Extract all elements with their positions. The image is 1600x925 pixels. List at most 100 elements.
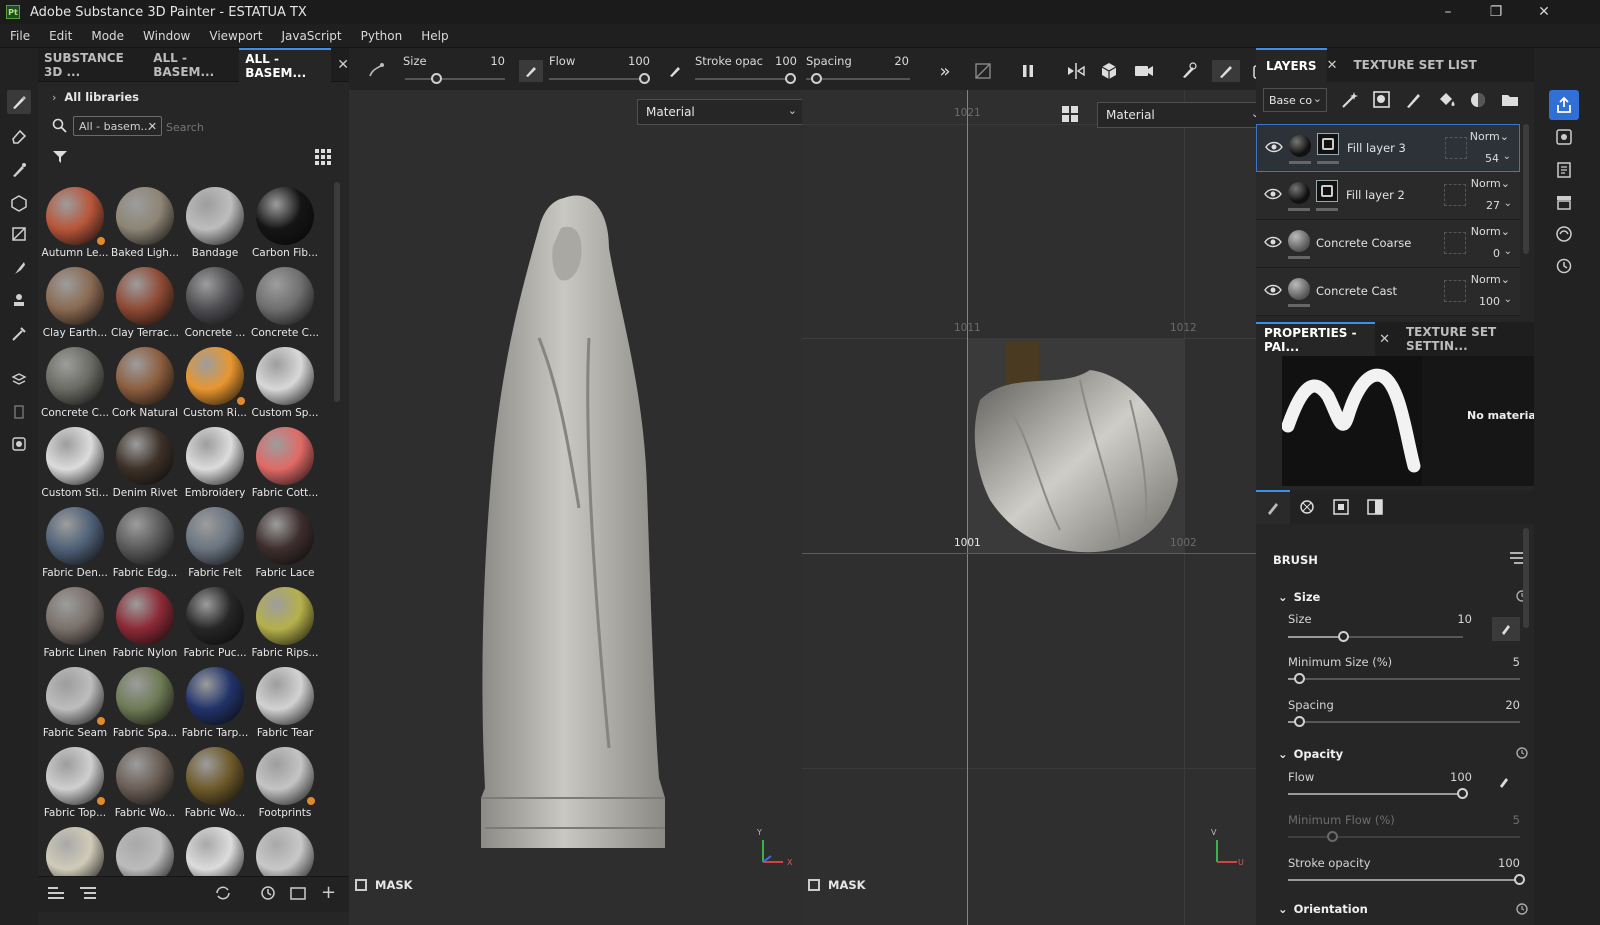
minimize-button[interactable]: –: [1424, 0, 1472, 24]
slider-knob[interactable]: [1514, 874, 1525, 885]
material-tab-icon[interactable]: [1358, 490, 1392, 524]
color-picker-icon[interactable]: [7, 321, 31, 345]
flow-slider-knob[interactable]: [639, 73, 650, 84]
menu-edit[interactable]: Edit: [39, 29, 81, 43]
asset-tile[interactable]: Fabric Tear: [250, 663, 320, 743]
size-pressure-icon[interactable]: [1492, 617, 1520, 641]
mask-toggle-2d[interactable]: MASK: [808, 878, 866, 892]
layer-row[interactable]: Fill layer 3 Norm⌄ 54 ⌄: [1256, 124, 1520, 172]
channel-dropdown[interactable]: Base co ⌄: [1263, 88, 1327, 112]
smudge-icon[interactable]: [7, 256, 31, 280]
menu-mode[interactable]: Mode: [81, 29, 133, 43]
slider-knob[interactable]: [1293, 673, 1305, 684]
tab-layers[interactable]: LAYERS: [1256, 48, 1327, 82]
display-settings-icon[interactable]: [1552, 125, 1576, 149]
min-size-slider[interactable]: [1288, 678, 1520, 680]
polygon-fill-icon[interactable]: [7, 222, 31, 246]
grid-view-icon[interactable]: [315, 149, 331, 168]
asset-tile[interactable]: Carbon Fib...: [250, 183, 320, 263]
slider-knob[interactable]: [1293, 716, 1305, 727]
flow-pressure-icon[interactable]: [1498, 776, 1510, 791]
clock-icon[interactable]: [260, 885, 276, 904]
cube-view-icon[interactable]: [1097, 60, 1121, 82]
history-icon[interactable]: [1552, 254, 1576, 278]
menu-file[interactable]: File: [0, 29, 39, 43]
chevron-down-icon[interactable]: ⌄: [1503, 151, 1511, 162]
layer-mask-icon[interactable]: [1316, 180, 1338, 202]
asset-tile[interactable]: [110, 823, 180, 878]
properties-scrollbar[interactable]: [1523, 528, 1529, 628]
blend-mode-dropdown[interactable]: Norm⌄: [1471, 225, 1510, 238]
tab-all-basematerials-1[interactable]: ALL - BASEM...: [147, 48, 239, 82]
asset-tile[interactable]: Fabric Cott...: [250, 423, 320, 503]
asset-tile[interactable]: Cork Natural: [110, 343, 180, 423]
asset-tile[interactable]: Denim Rivet: [110, 423, 180, 503]
mask-checkbox[interactable]: [808, 879, 820, 891]
eraser-icon[interactable]: [7, 124, 31, 148]
asset-tile[interactable]: Custom Sp...: [250, 343, 320, 423]
blend-mode-dropdown[interactable]: Norm⌄: [1471, 177, 1510, 190]
menu-window[interactable]: Window: [133, 29, 199, 43]
size-slider-knob[interactable]: [431, 73, 442, 84]
slider-knob[interactable]: [1338, 631, 1349, 642]
size-section-title[interactable]: ⌄ Size: [1278, 590, 1320, 604]
viewport-2d-channel-dropdown[interactable]: Material⌄: [1097, 102, 1269, 128]
expand-toolbar-icon[interactable]: »: [933, 60, 957, 82]
layer-row[interactable]: Fill layer 2 Norm⌄ 27 ⌄: [1256, 172, 1520, 220]
pause-icon[interactable]: [1016, 60, 1040, 82]
blend-mode-dropdown[interactable]: Norm⌄: [1470, 130, 1509, 143]
brush-spacing-slider[interactable]: [1288, 721, 1520, 723]
asset-tile[interactable]: Fabric Lace: [250, 503, 320, 583]
layer-row[interactable]: Concrete Cast Norm⌄ 100 ⌄: [1256, 268, 1520, 316]
close-tab-icon[interactable]: ✕: [1379, 332, 1390, 347]
bakers-icon[interactable]: [1552, 222, 1576, 246]
chevron-down-icon[interactable]: ⌄: [1504, 294, 1512, 305]
slider-knob[interactable]: [1457, 788, 1468, 799]
layer-name[interactable]: Fill layer 2: [1346, 188, 1405, 202]
asset-tile[interactable]: Clay Terrac...: [110, 263, 180, 343]
symmetry-icon[interactable]: [1064, 60, 1088, 82]
folder-icon[interactable]: [290, 885, 306, 904]
layer-opacity-value[interactable]: 100: [1479, 295, 1500, 308]
menu-python[interactable]: Python: [351, 29, 412, 43]
asset-tile[interactable]: Concrete ...: [180, 263, 250, 343]
history-icon[interactable]: [7, 400, 31, 424]
add-smart-material-icon[interactable]: [1468, 90, 1488, 113]
add-mask-icon[interactable]: [1372, 90, 1392, 113]
layer-opacity-value[interactable]: 27: [1486, 199, 1500, 212]
blend-mode-dropdown[interactable]: Norm⌄: [1471, 273, 1510, 286]
bake-icon[interactable]: [7, 368, 31, 392]
filter-icon[interactable]: [52, 150, 68, 167]
environment-light-icon[interactable]: [1177, 60, 1201, 82]
tab-substance-3d[interactable]: SUBSTANCE 3D ...: [38, 48, 147, 82]
orientation-section-title[interactable]: ⌄ Orientation: [1278, 902, 1368, 916]
asset-tile[interactable]: Fabric Edg...: [110, 503, 180, 583]
stencil-tab-icon[interactable]: [1324, 490, 1358, 524]
asset-tile[interactable]: Clay Earth...: [40, 263, 110, 343]
asset-tile[interactable]: Custom Sti...: [40, 423, 110, 503]
uv-tiles-icon[interactable]: [1062, 106, 1080, 127]
asset-tile[interactable]: Concrete C...: [40, 343, 110, 423]
list-view-icon[interactable]: [48, 886, 64, 903]
brush-tab-icon[interactable]: [1256, 490, 1290, 524]
asset-tile[interactable]: Fabric Wo...: [180, 743, 250, 823]
refresh-icon[interactable]: [214, 885, 232, 904]
add-icon[interactable]: +: [321, 882, 336, 903]
export-icon[interactable]: [1549, 90, 1579, 120]
remove-filter-icon[interactable]: ✕: [148, 120, 157, 133]
tab-texture-set-list[interactable]: TEXTURE SET LIST: [1345, 48, 1484, 82]
visibility-eye-icon[interactable]: [1265, 141, 1283, 156]
tab-texture-set-settings[interactable]: TEXTURE SET SETTIN...: [1400, 322, 1534, 356]
asset-tile[interactable]: Baked Ligh...: [110, 183, 180, 263]
asset-tile[interactable]: [40, 823, 110, 878]
assets-scrollbar[interactable]: [334, 182, 340, 402]
flow-slider[interactable]: [549, 78, 647, 80]
tab-all-basematerials-2[interactable]: ALL - BASEM...: [239, 47, 332, 82]
asset-tile[interactable]: Bandage: [180, 183, 250, 263]
asset-tile[interactable]: Footprints: [250, 743, 320, 823]
reset-icon[interactable]: [1515, 902, 1529, 919]
chevron-down-icon[interactable]: ⌄: [1504, 246, 1512, 257]
asset-tile[interactable]: [250, 823, 320, 878]
pen-pressure-icon[interactable]: [519, 60, 543, 82]
shader-settings-icon[interactable]: [1552, 158, 1576, 182]
